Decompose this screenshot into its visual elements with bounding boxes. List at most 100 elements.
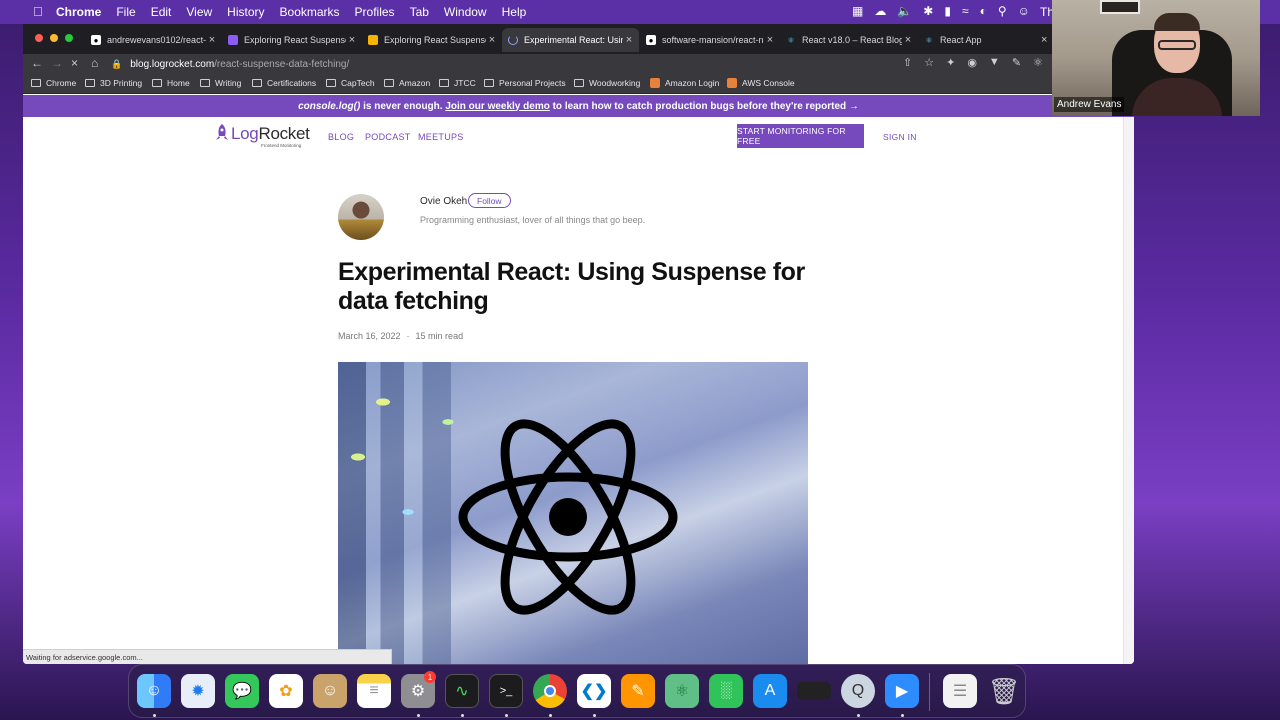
zoom-window-button[interactable] [65, 34, 73, 42]
tab-react-blog[interactable]: ⚛ React v18.0 – React Blog × [780, 28, 918, 52]
bookmark-certifications[interactable]: Certifications [252, 78, 316, 88]
photos-icon[interactable]: ✿ [269, 674, 303, 708]
folder-icon [439, 79, 449, 87]
app-store-icon[interactable]: A [753, 674, 787, 708]
menu-edit[interactable]: Edit [151, 5, 172, 19]
numbers-icon[interactable]: ░ [709, 674, 743, 708]
tab-label: Experimental React: Using [524, 35, 623, 45]
control-center-icon[interactable]: ◐ [980, 4, 987, 18]
vue-devtools-icon[interactable]: ▼ [989, 56, 1000, 69]
grid-icon[interactable]: ▦ [852, 4, 863, 18]
folder-icon [326, 79, 336, 87]
menu-chrome[interactable]: Chrome [56, 5, 101, 19]
home-icon[interactable]: ⌂ [91, 56, 98, 70]
pages-icon[interactable]: ✎ [621, 674, 655, 708]
menu-view[interactable]: View [186, 5, 212, 19]
finder-icon[interactable]: ☺ [137, 674, 171, 708]
logrocket-logo[interactable]: LogRocket Frontend Monitoring [215, 124, 310, 148]
nav-blog[interactable]: BLOG [328, 132, 354, 142]
bookmark-home[interactable]: Home [152, 78, 190, 88]
quicktime-icon[interactable]: Q [841, 674, 875, 708]
bookmark-personal-projects[interactable]: Personal Projects [484, 78, 566, 88]
contacts-icon[interactable]: ☺ [313, 674, 347, 708]
trash-icon[interactable]: 🗑 [987, 674, 1021, 708]
sign-in-link[interactable]: SIGN IN [883, 132, 917, 142]
nav-podcast[interactable]: PODCAST [365, 132, 411, 142]
dropbox-icon[interactable]: ☁ [874, 4, 886, 18]
tab-exploring-suspense-1[interactable]: Exploring React Suspense × [222, 28, 362, 52]
pen-icon[interactable]: ✎ [1012, 56, 1021, 69]
react-devtools-icon[interactable]: ⚛ [1033, 56, 1043, 69]
record-icon[interactable]: ◉ [967, 56, 977, 69]
stop-icon[interactable]: × [71, 56, 78, 70]
banner-link[interactable]: Join our weekly demo [445, 101, 549, 112]
folder-stack-icon[interactable]: ☰ [943, 674, 977, 708]
vscode-icon[interactable]: ❮❯ [577, 674, 611, 708]
start-monitoring-button[interactable]: START MONITORING FOR FREE [737, 124, 864, 148]
close-tab-icon[interactable]: × [206, 34, 218, 46]
search-icon[interactable]: ⚲ [998, 4, 1007, 18]
activity-monitor-icon[interactable]: ∿ [445, 674, 479, 708]
volume-icon[interactable]: 🔈 [897, 4, 912, 18]
bookmark-woodworking[interactable]: Woodworking [574, 78, 640, 88]
apple-icon[interactable]:  [33, 4, 43, 19]
chrome-icon[interactable] [533, 674, 567, 708]
page-scrollbar[interactable] [1123, 117, 1134, 664]
page-icon [228, 35, 238, 45]
messages-icon[interactable]: 💬 [225, 674, 259, 708]
bookmark-writing[interactable]: Writing [200, 78, 241, 88]
bluetooth-icon[interactable]: ✱ [923, 4, 933, 18]
bookmark-aws-console[interactable]: AWS Console [727, 78, 795, 88]
bookmark-captech[interactable]: CapTech [326, 78, 375, 88]
bookmark-label: CapTech [341, 78, 375, 88]
forward-icon[interactable]: → [51, 56, 63, 70]
tab-exploring-suspense-2[interactable]: Exploring React Suspense × [362, 28, 502, 52]
terminal-icon[interactable]: >_ [489, 674, 523, 708]
menu-bookmarks[interactable]: Bookmarks [280, 5, 340, 19]
tab-react-app[interactable]: ⚛ React App [918, 28, 1041, 52]
nav-meetups[interactable]: MEETUPS [418, 132, 464, 142]
tab-experimental-react[interactable]: Experimental React: Using × [502, 28, 639, 52]
close-tab-icon[interactable]: × [902, 34, 914, 46]
share-icon[interactable]: ⇧ [903, 56, 912, 69]
folder-icon [200, 79, 210, 87]
menu-tab[interactable]: Tab [410, 5, 429, 19]
running-indicator [549, 714, 552, 717]
bookmark-amazon-login[interactable]: Amazon Login [650, 78, 719, 88]
atom-icon[interactable]: ⚛ [665, 674, 699, 708]
menu-profiles[interactable]: Profiles [355, 5, 395, 19]
menu-window[interactable]: Window [444, 5, 487, 19]
menu-file[interactable]: File [116, 5, 135, 19]
wifi-icon[interactable]: ≈ [962, 4, 969, 18]
menu-history[interactable]: History [227, 5, 264, 19]
star-icon[interactable]: ☆ [924, 56, 934, 69]
tab-software-mansion[interactable]: ● software-mansion/react-n × [640, 28, 780, 52]
author-avatar[interactable] [338, 194, 384, 240]
bookmark-3d-printing[interactable]: 3D Printing [85, 78, 142, 88]
close-tab-icon[interactable]: × [764, 34, 776, 46]
safari-icon[interactable]: ✹ [181, 674, 215, 708]
bookmark-label: AWS Console [742, 78, 795, 88]
close-window-button[interactable] [35, 34, 43, 42]
device-icon[interactable] [797, 682, 831, 700]
bookmark-label: Home [167, 78, 190, 88]
back-icon[interactable]: ← [31, 56, 43, 70]
user-icon[interactable]: ☺ [1018, 4, 1030, 18]
close-tab-icon[interactable]: × [623, 34, 635, 46]
close-tab-icon[interactable]: × [346, 34, 358, 46]
bookmark-chrome[interactable]: Chrome [31, 78, 76, 88]
bookmark-amazon[interactable]: Amazon [384, 78, 430, 88]
close-tab-icon[interactable]: × [1041, 34, 1047, 46]
author-name[interactable]: Ovie Okeh [420, 196, 467, 207]
battery-icon[interactable]: ▮ [944, 4, 951, 18]
tab-github-react-p[interactable]: ● andrewevans0102/react-p × [85, 28, 222, 52]
zoom-icon[interactable]: ▶ [885, 674, 919, 708]
menu-help[interactable]: Help [502, 5, 527, 19]
close-tab-icon[interactable]: × [486, 34, 498, 46]
bookmark-jtcc[interactable]: JTCC [439, 78, 476, 88]
follow-button[interactable]: Follow [468, 193, 511, 208]
extension-icon[interactable]: ✦ [946, 56, 955, 69]
minimize-window-button[interactable] [50, 34, 58, 42]
notes-icon[interactable]: ≡ [357, 674, 391, 708]
lock-icon[interactable]: 🔒 [111, 59, 122, 70]
